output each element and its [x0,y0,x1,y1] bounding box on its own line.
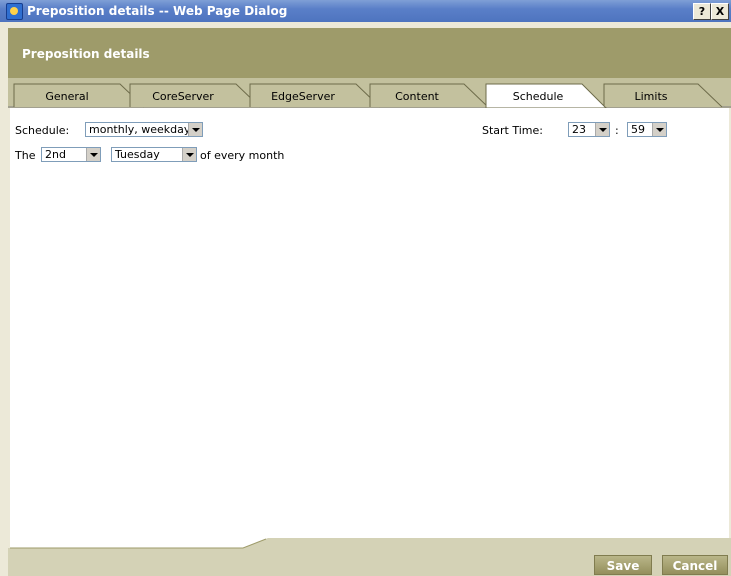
chevron-down-icon[interactable] [652,123,666,136]
tab-limits[interactable]: Limits [604,90,698,103]
ordinal-select[interactable]: 2nd [41,147,101,162]
chevron-down-icon[interactable] [595,123,609,136]
tab-edgeserver[interactable]: EdgeServer [250,90,356,103]
tab-content[interactable]: Content [370,90,464,103]
page-title: Preposition details [22,47,150,61]
help-button[interactable]: ? [693,3,711,20]
schedule-label: Schedule: [15,124,70,137]
close-button[interactable]: X [711,3,729,20]
ordinal-select-value: 2nd [45,148,66,161]
minute-select-value: 59 [631,123,645,136]
cancel-button[interactable]: Cancel [662,555,728,575]
save-button[interactable]: Save [594,555,652,575]
tab-schedule[interactable]: Schedule [490,90,586,103]
weekday-select[interactable]: Tuesday [111,147,197,162]
start-time-label: Start Time: [482,124,543,137]
window-title: Preposition details -- Web Page Dialog [27,4,288,18]
hour-select[interactable]: 23 [568,122,610,137]
time-separator: : [615,124,619,137]
schedule-select[interactable]: monthly, weekday [85,122,203,137]
title-bar[interactable]: Preposition details -- Web Page Dialog ?… [0,0,731,22]
schedule-panel [10,108,729,548]
dialog-header: Preposition details [8,28,731,78]
the-label: The [15,149,36,162]
chevron-down-icon[interactable] [182,148,196,161]
minute-select[interactable]: 59 [627,122,667,137]
chevron-down-icon[interactable] [188,123,202,136]
tab-general[interactable]: General [14,90,120,103]
ie-icon [6,3,23,20]
tab-coreserver[interactable]: CoreServer [130,90,236,103]
hour-select-value: 23 [572,123,586,136]
every-month-text: of every month [200,149,285,162]
footer-divider [8,538,731,550]
schedule-select-value: monthly, weekday [89,123,191,136]
weekday-select-value: Tuesday [115,148,160,161]
chevron-down-icon[interactable] [86,148,100,161]
